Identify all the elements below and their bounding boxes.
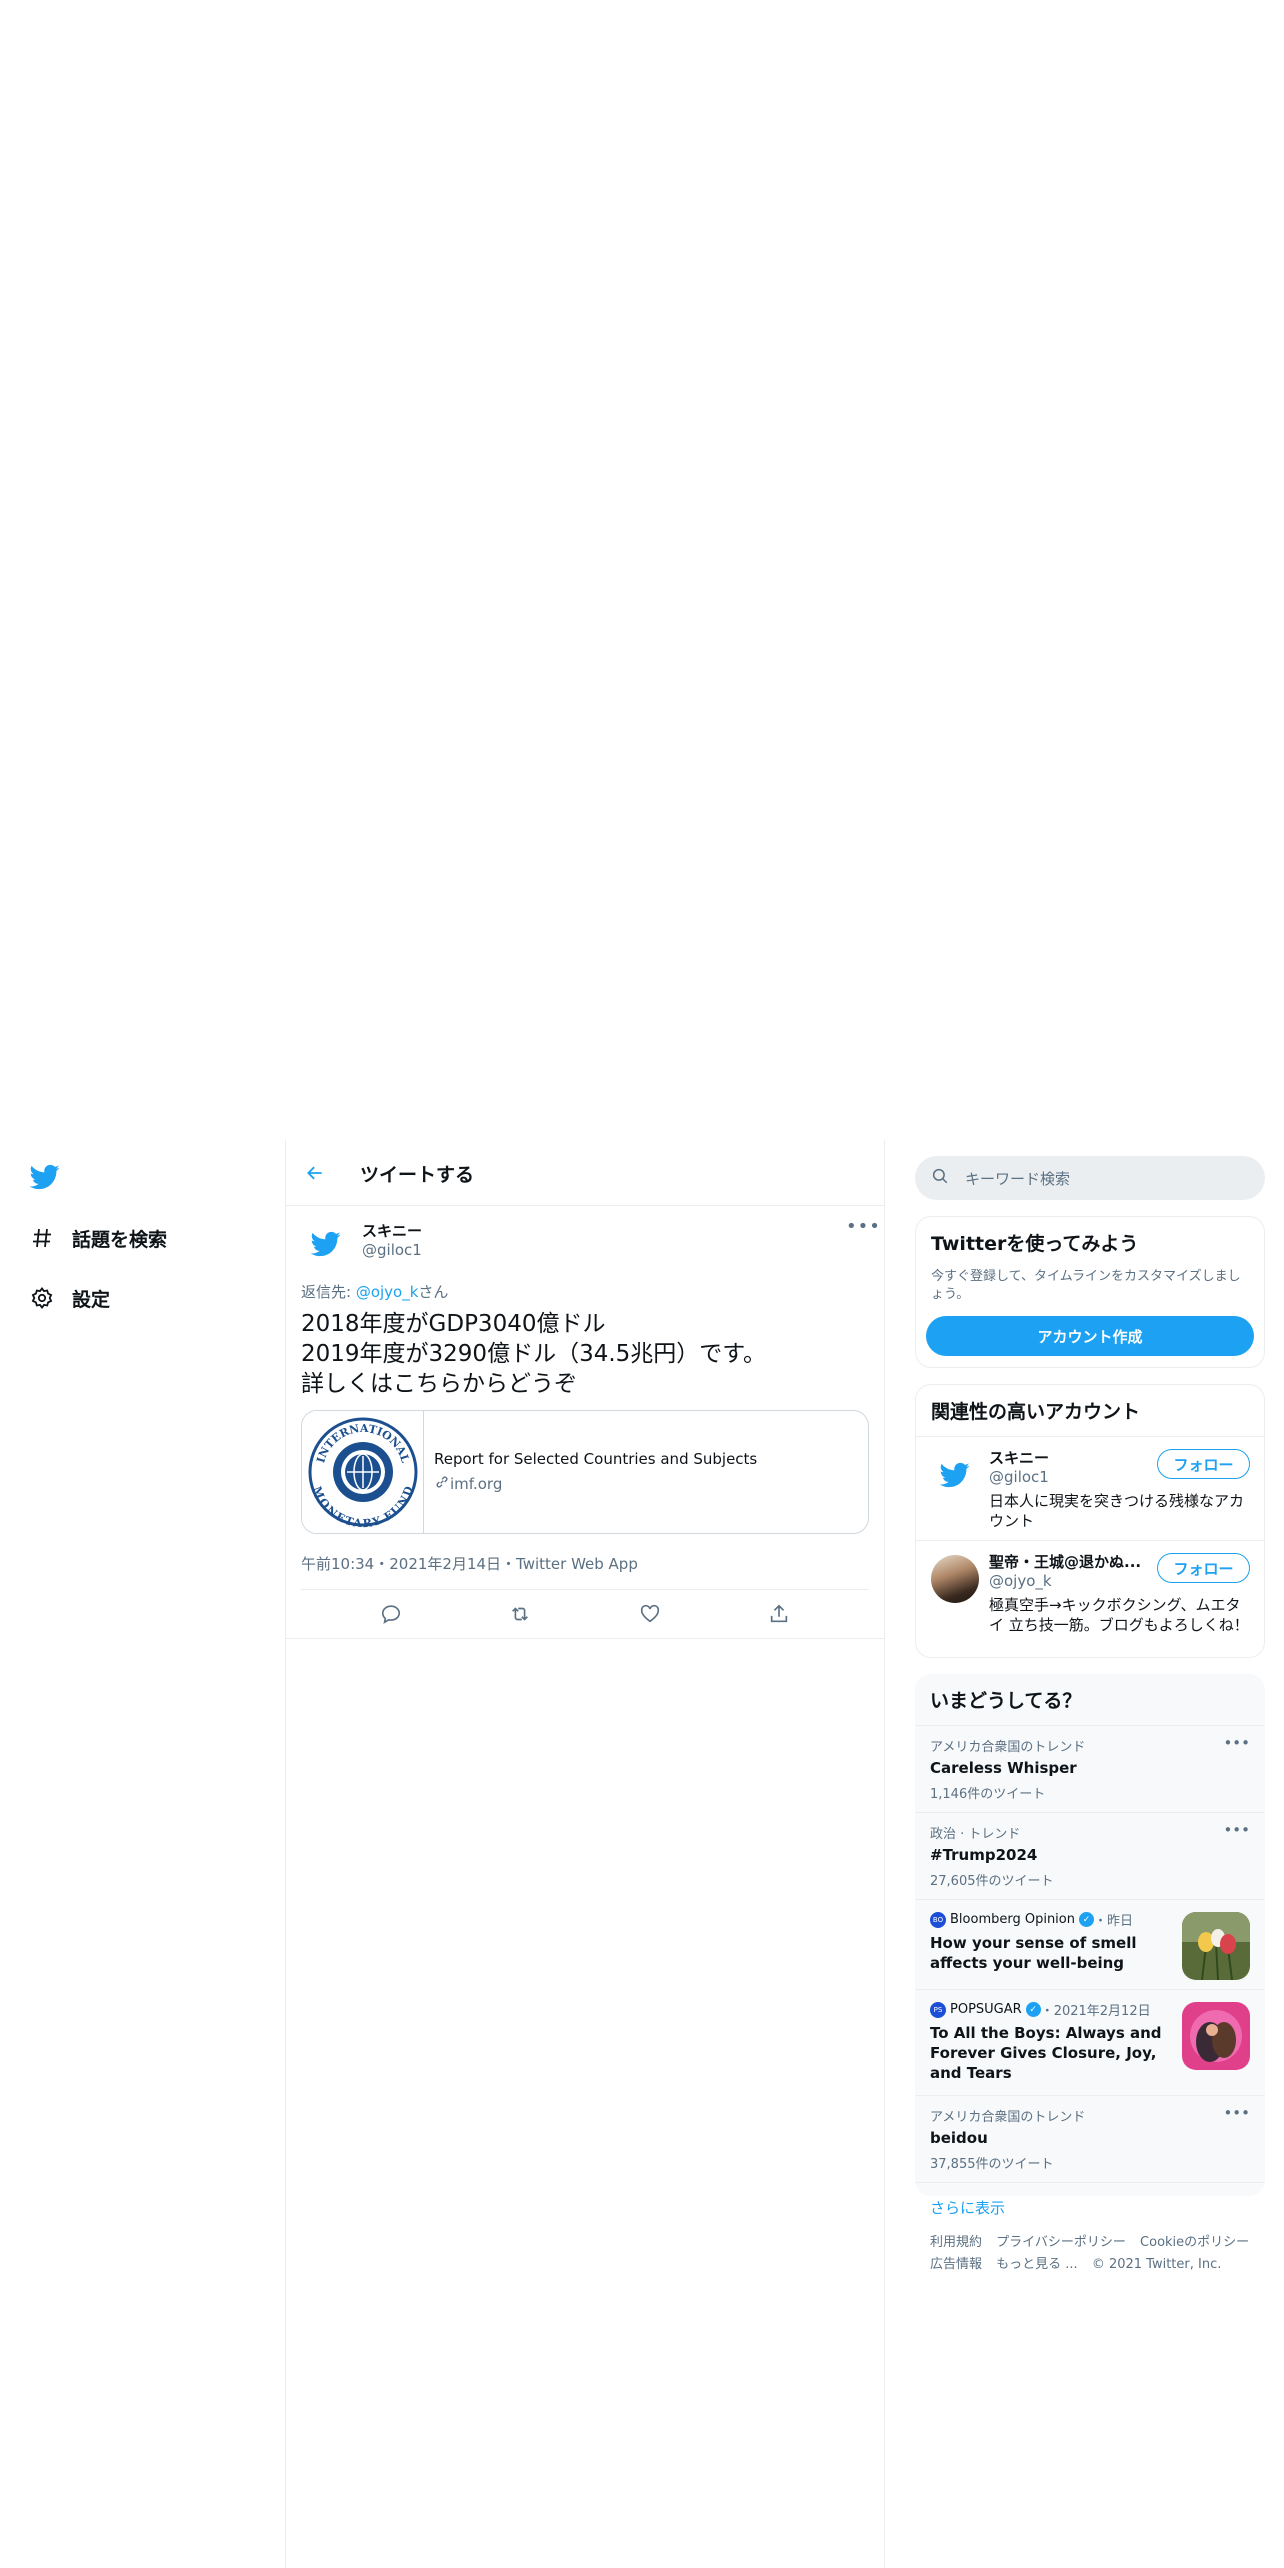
tweet-text-line: 2019年度が3290億ドル（34.5兆円）です。 bbox=[301, 1341, 766, 1367]
account-item[interactable]: 聖帝・王城@退かぬ... @ojyo_k 極真空手→キックボクシング、ムエタイ … bbox=[916, 1540, 1264, 1656]
verified-badge-icon: ✓ bbox=[1025, 2002, 1041, 2017]
trend-title: #Trump2024 bbox=[930, 1846, 1038, 1864]
create-account-button[interactable]: アカウント作成 bbox=[926, 1316, 1254, 1356]
twitter-logo-icon[interactable] bbox=[28, 1162, 62, 1192]
hashtag-icon bbox=[28, 1224, 56, 1252]
trends-panel: いまどうしてる？ アメリカ合衆国のトレンド Careless Whisper 1… bbox=[915, 1674, 1265, 2217]
left-navigation: 話題を検索 設定 bbox=[0, 1140, 285, 2568]
card-body: Report for Selected Countries and Subjec… bbox=[424, 1411, 757, 1533]
trend-meta: 政治 · トレンド bbox=[930, 1827, 1021, 1842]
bloomberg-logo-icon: BO bbox=[930, 1911, 946, 1928]
link-card[interactable]: INTERNATIONAL MONETARY FUND Report for S… bbox=[301, 1410, 869, 1534]
news-thumbnail bbox=[1182, 2002, 1250, 2070]
divider bbox=[286, 1638, 884, 1639]
account-bio: 日本人に現実を突きつける残様なアカウント bbox=[989, 1492, 1245, 1530]
nav-item-settings[interactable]: 設定 bbox=[28, 1278, 110, 1318]
author-handle[interactable]: @giloc1 bbox=[362, 1241, 422, 1259]
show-more-link[interactable]: さらに表示 bbox=[915, 2182, 1265, 2232]
account-name[interactable]: 聖帝・王城@退かぬ... bbox=[989, 1551, 1141, 1572]
verified-badge-icon: ✓ bbox=[1079, 1912, 1094, 1927]
trend-meta: アメリカ合衆国のトレンド bbox=[930, 2110, 1086, 2125]
popsugar-logo-icon: PS bbox=[930, 2001, 946, 2018]
signup-description: 今すぐ登録して、タイムラインをカスタマイズしましょう。 bbox=[931, 1269, 1241, 1302]
news-item[interactable]: BO Bloomberg Opinion ✓ ・昨日 How your sens… bbox=[915, 1899, 1265, 1989]
card-domain-text: imf.org bbox=[450, 1475, 503, 1493]
back-arrow-icon[interactable] bbox=[300, 1158, 330, 1188]
link-icon bbox=[434, 1474, 450, 1494]
twitter-app: 話題を検索 設定 ツイートする スキニー @giloc1 ••• 返信先: @o… bbox=[0, 1140, 1284, 2568]
nav-item-explore[interactable]: 話題を検索 bbox=[28, 1218, 167, 1258]
avatar[interactable] bbox=[302, 1220, 350, 1268]
news-source-name: POPSUGAR bbox=[950, 2002, 1022, 2017]
trend-count: 27,605件のツイート bbox=[930, 1874, 1054, 1889]
footer-link[interactable]: プライバシーポリシー bbox=[996, 2235, 1126, 2250]
account-bio: 極真空手→キックボクシング、ムエタイ 立ち技一筋。ブログもよろしくね！ bbox=[989, 1596, 1249, 1634]
news-item[interactable]: PS POPSUGAR ✓ ・2021年2月12日 To All the Boy… bbox=[915, 1989, 1265, 2095]
trend-meta: アメリカ合衆国のトレンド bbox=[930, 1740, 1086, 1755]
news-thumbnail bbox=[1182, 1912, 1250, 1980]
relevant-title: 関連性の高いアカウント bbox=[931, 1401, 1141, 1423]
tweet-text-line: 詳しくはこちらからどうぞ bbox=[301, 1371, 577, 1397]
trend-item[interactable]: 政治 · トレンド #Trump2024 27,605件のツイート ••• bbox=[915, 1812, 1265, 1899]
nav-item-label: 設定 bbox=[72, 1288, 111, 1311]
account-handle: @ojyo_k bbox=[989, 1572, 1052, 1590]
more-options-icon[interactable]: ••• bbox=[846, 1216, 881, 1237]
footer-link[interactable]: 利用規約 bbox=[930, 2235, 982, 2250]
follow-button[interactable]: フォロー bbox=[1157, 1553, 1250, 1583]
copyright: © 2021 Twitter, Inc. bbox=[1091, 2257, 1222, 2272]
news-title: How your sense of smell affects your wel… bbox=[930, 1934, 1137, 1972]
page-title: ツイートする bbox=[360, 1164, 475, 1186]
trend-title: beidou bbox=[930, 2129, 988, 2147]
card-title: Report for Selected Countries and Subjec… bbox=[434, 1450, 758, 1468]
imf-seal-icon: INTERNATIONAL MONETARY FUND bbox=[302, 1411, 424, 1533]
more-options-icon[interactable]: ••• bbox=[1223, 1734, 1250, 1752]
account-handle: @giloc1 bbox=[989, 1468, 1049, 1486]
author-name[interactable]: スキニー bbox=[362, 1220, 422, 1241]
card-domain: imf.org bbox=[434, 1474, 757, 1494]
main-header: ツイートする bbox=[286, 1140, 884, 1206]
trend-count: 1,146件のツイート bbox=[930, 1787, 1046, 1802]
footer-links: 利用規約 プライバシーポリシー Cookieのポリシー 広告情報 もっと見る .… bbox=[930, 2232, 1260, 2276]
signup-title: Twitterを使ってみよう bbox=[931, 1233, 1139, 1255]
share-icon[interactable] bbox=[759, 1594, 799, 1634]
relevant-accounts-panel: 関連性の高いアカウント スキニー @giloc1 日本人に現実を突きつける残様な… bbox=[915, 1384, 1265, 1658]
like-heart-icon[interactable] bbox=[630, 1594, 670, 1634]
tweet-text-line: 2018年度がGDP3040億ドル bbox=[301, 1311, 606, 1337]
footer-link[interactable]: Cookieのポリシー bbox=[1140, 2235, 1249, 2250]
trends-title: いまどうしてる？ bbox=[930, 1690, 1082, 1712]
news-time: ・昨日 bbox=[1094, 1914, 1134, 1929]
news-source-name: Bloomberg Opinion bbox=[950, 1912, 1075, 1927]
reply-handle-link[interactable]: @ojyo_k bbox=[356, 1283, 419, 1301]
reply-icon[interactable] bbox=[371, 1594, 411, 1634]
avatar[interactable] bbox=[931, 1451, 979, 1499]
account-name[interactable]: スキニー bbox=[989, 1447, 1049, 1468]
trend-count: 37,855件のツイート bbox=[930, 2157, 1054, 2172]
gear-icon bbox=[28, 1284, 56, 1312]
footer-link[interactable]: 広告情報 bbox=[930, 2257, 982, 2272]
reply-suffix: さん bbox=[418, 1283, 449, 1301]
tweet-actions bbox=[286, 1590, 884, 1638]
news-title: To All the Boys: Always and Forever Give… bbox=[930, 2024, 1162, 2082]
avatar[interactable] bbox=[931, 1555, 979, 1603]
trend-item[interactable]: アメリカ合衆国のトレンド Careless Whisper 1,146件のツイー… bbox=[915, 1725, 1265, 1812]
search-icon bbox=[931, 1167, 949, 1189]
search-input[interactable]: キーワード検索 bbox=[915, 1156, 1265, 1200]
more-options-icon[interactable]: ••• bbox=[1223, 2104, 1250, 2122]
nav-item-label: 話題を検索 bbox=[72, 1228, 168, 1251]
search-placeholder: キーワード検索 bbox=[965, 1169, 1071, 1188]
retweet-icon[interactable] bbox=[500, 1594, 540, 1634]
account-item[interactable]: スキニー @giloc1 日本人に現実を突きつける残様なアカウント フォロー bbox=[916, 1436, 1264, 1540]
tweet-text: 2018年度がGDP3040億ドル 2019年度が3290億ドル（34.5兆円）… bbox=[301, 1309, 766, 1399]
more-options-icon[interactable]: ••• bbox=[1223, 1821, 1250, 1839]
news-time: ・2021年2月12日 bbox=[1040, 2004, 1151, 2019]
follow-button[interactable]: フォロー bbox=[1157, 1449, 1250, 1479]
footer-link[interactable]: もっと見る ... bbox=[996, 2257, 1078, 2272]
tweet-timestamp[interactable]: 午前10:34・2021年2月14日・Twitter Web App bbox=[301, 1553, 638, 1574]
reply-to: 返信先: @ojyo_kさん bbox=[301, 1281, 448, 1302]
trend-title: Careless Whisper bbox=[930, 1759, 1077, 1777]
signup-panel: Twitterを使ってみよう 今すぐ登録して、タイムラインをカスタマイズしましょ… bbox=[915, 1216, 1265, 1368]
reply-prefix: 返信先: bbox=[301, 1283, 356, 1301]
main-column: ツイートする スキニー @giloc1 ••• 返信先: @ojyo_kさん 2… bbox=[285, 1140, 885, 2568]
trend-item[interactable]: アメリカ合衆国のトレンド beidou 37,855件のツイート ••• bbox=[915, 2095, 1265, 2182]
